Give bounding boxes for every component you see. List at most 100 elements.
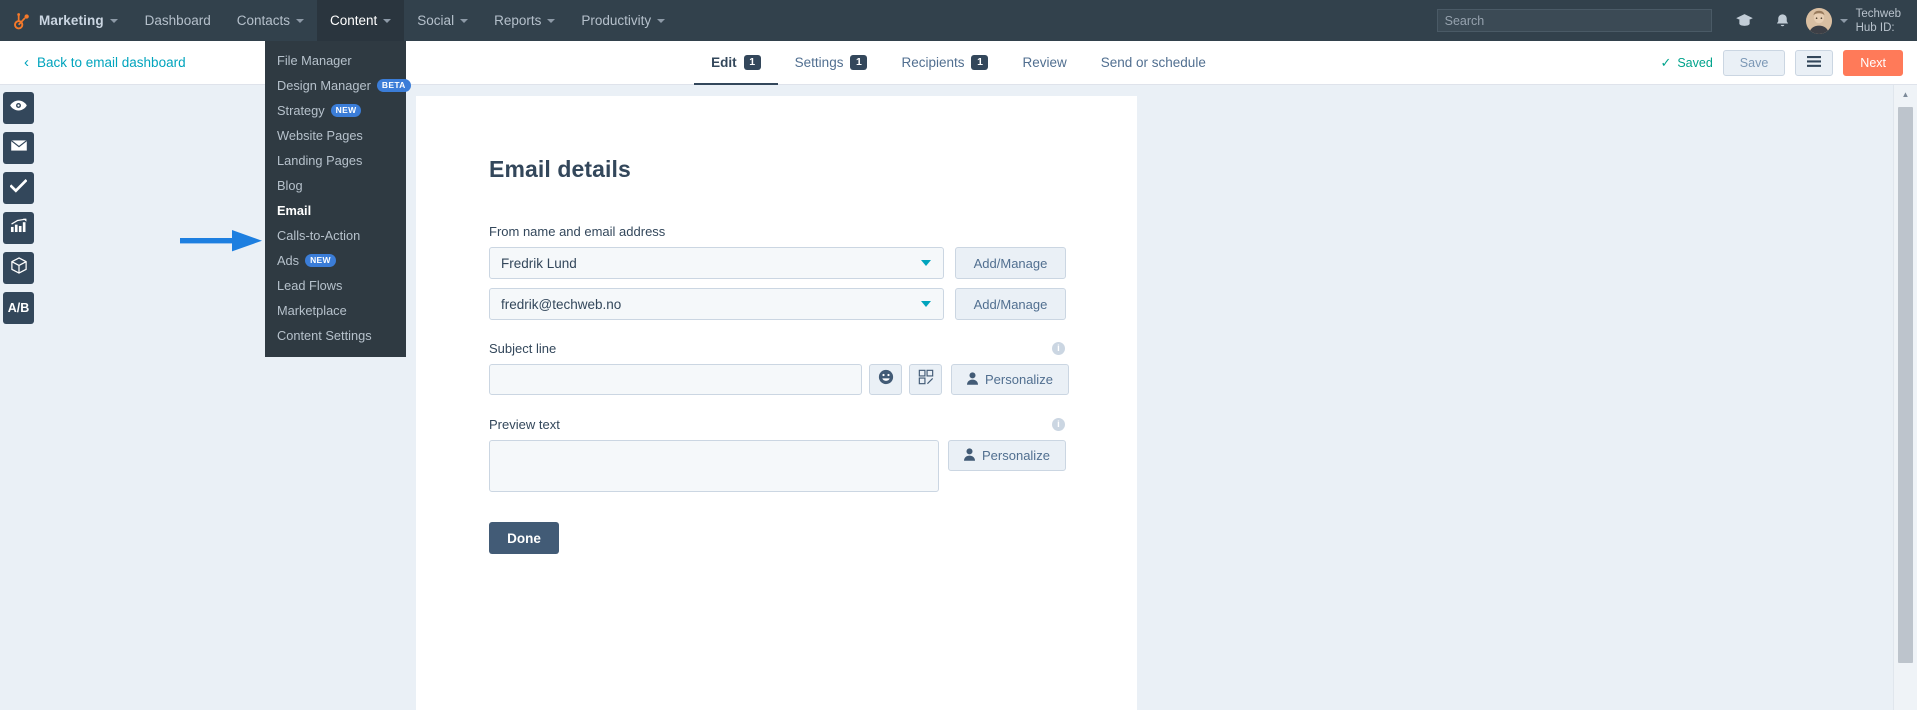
hubspot-marketing-logo-menu[interactable]: Marketing xyxy=(0,0,132,41)
info-circle-icon[interactable]: i xyxy=(1052,418,1065,431)
tab-edit[interactable]: Edit 1 xyxy=(694,43,778,86)
tab-label: Settings xyxy=(794,55,844,70)
dropdown-item-label: Calls-to-Action xyxy=(277,228,361,243)
avatar[interactable] xyxy=(1805,7,1832,34)
add-manage-from-name-button[interactable]: Add/Manage xyxy=(955,247,1066,279)
nav-item-label: Productivity xyxy=(581,13,652,28)
saved-status-label: Saved xyxy=(1677,55,1713,70)
emoji-picker-button[interactable] xyxy=(869,364,902,395)
dropdown-item-ads[interactable]: Ads NEW xyxy=(265,248,406,273)
dropdown-item-strategy[interactable]: Strategy NEW xyxy=(265,98,406,123)
dropdown-item-email[interactable]: Email xyxy=(265,198,406,223)
dropdown-item-lead-flows[interactable]: Lead Flows xyxy=(265,273,406,298)
ab-variant-button[interactable] xyxy=(909,364,942,395)
rail-button-checklist[interactable] xyxy=(3,172,34,204)
search-input[interactable] xyxy=(1436,9,1712,32)
from-name-select[interactable] xyxy=(489,247,944,279)
tab-label: Edit xyxy=(711,55,737,70)
add-manage-from-email-button[interactable]: Add/Manage xyxy=(955,288,1066,320)
notification-bell-icon[interactable] xyxy=(1764,0,1802,41)
dropdown-item-file-manager[interactable]: File Manager xyxy=(265,48,406,73)
scroll-up-arrow-icon[interactable]: ▲ xyxy=(1894,85,1917,103)
account-name: Techweb xyxy=(1855,7,1901,20)
dropdown-item-landing-pages[interactable]: Landing Pages xyxy=(265,148,406,173)
preview-text-textarea[interactable] xyxy=(489,440,939,492)
hamburger-menu-icon xyxy=(1807,55,1822,70)
from-email-select[interactable] xyxy=(489,288,944,320)
email-details-form: Email details From name and email addres… xyxy=(416,96,1137,554)
nav-item-label: Content xyxy=(330,13,378,28)
nav-item-reports[interactable]: Reports xyxy=(481,0,568,41)
nav-item-productivity[interactable]: Productivity xyxy=(568,0,678,41)
envelope-icon xyxy=(9,139,28,157)
dropdown-item-label: Marketplace xyxy=(277,303,347,318)
tab-recipients[interactable]: Recipients 1 xyxy=(884,43,1005,86)
nav-item-contacts[interactable]: Contacts xyxy=(224,0,317,41)
from-email-row: Add/Manage xyxy=(489,288,1137,320)
more-actions-menu-button[interactable] xyxy=(1795,49,1834,76)
tab-label: Send or schedule xyxy=(1100,55,1206,70)
tab-review[interactable]: Review xyxy=(1005,43,1083,86)
nav-item-label: Contacts xyxy=(236,13,290,28)
header-actions: ✓ Saved Save Next xyxy=(1660,49,1903,76)
dropdown-item-label: Content Settings xyxy=(277,328,372,343)
chevron-down-icon[interactable] xyxy=(1839,18,1848,23)
tab-badge: 1 xyxy=(743,55,761,70)
nav-item-label: Reports xyxy=(494,13,542,28)
rail-button-ab-test[interactable]: A/B xyxy=(3,292,34,324)
from-name-row: Add/Manage xyxy=(489,247,1137,279)
status-badge-new: NEW xyxy=(330,104,362,117)
graduation-cap-icon[interactable] xyxy=(1726,0,1764,41)
scrollbar-thumb[interactable] xyxy=(1898,107,1913,663)
nav-item-content[interactable]: Content xyxy=(317,0,405,41)
rail-button-analytics[interactable] xyxy=(3,212,34,244)
dropdown-item-blog[interactable]: Blog xyxy=(265,173,406,198)
next-button[interactable]: Next xyxy=(1843,49,1903,76)
nav-item-social[interactable]: Social xyxy=(404,0,481,41)
rail-button-preview[interactable] xyxy=(3,92,34,124)
rail-button-email[interactable] xyxy=(3,132,34,164)
cube-box-icon xyxy=(10,257,27,279)
chevron-down-icon xyxy=(657,18,666,23)
checkmark-icon xyxy=(9,178,28,198)
chevron-down-icon xyxy=(383,18,392,23)
tab-badge: 1 xyxy=(850,55,868,70)
dropdown-item-design-manager[interactable]: Design Manager BETA xyxy=(265,73,411,98)
personalize-subject-button[interactable]: Personalize xyxy=(951,364,1069,395)
dropdown-item-label: Ads xyxy=(277,253,300,268)
dropdown-item-website-pages[interactable]: Website Pages xyxy=(265,123,406,148)
dropdown-item-marketplace[interactable]: Marketplace xyxy=(265,298,406,323)
nav-item-dashboard[interactable]: Dashboard xyxy=(132,0,224,41)
account-hub-info[interactable]: Techweb Hub ID: xyxy=(1848,7,1917,35)
rail-button-modules[interactable] xyxy=(3,252,34,284)
subject-line-label-row: Subject line i xyxy=(489,341,1065,356)
tab-send-or-schedule[interactable]: Send or schedule xyxy=(1084,43,1223,86)
status-badge-saved: ✓ Saved xyxy=(1660,55,1712,71)
subject-line-row: Personalize xyxy=(489,364,1137,395)
ab-test-icon: A/B xyxy=(7,301,30,315)
preview-text-label: Preview text xyxy=(489,417,560,432)
ab-variant-icon xyxy=(918,369,934,390)
subject-line-label: Subject line xyxy=(489,341,557,356)
dropdown-item-label: Landing Pages xyxy=(277,153,363,168)
personalize-preview-button[interactable]: Personalize xyxy=(948,440,1066,471)
subject-line-input[interactable] xyxy=(489,364,862,395)
person-icon xyxy=(964,447,975,464)
content-dropdown-menu: File Manager Design Manager BETA Strateg… xyxy=(265,41,411,357)
dropdown-item-calls-to-action[interactable]: Calls-to-Action xyxy=(265,223,406,248)
dropdown-item-content-settings[interactable]: Content Settings xyxy=(265,323,406,348)
nav-item-label: Dashboard xyxy=(144,13,211,28)
chevron-down-icon xyxy=(460,18,469,23)
chart-bar-icon xyxy=(10,218,27,238)
personalize-label: Personalize xyxy=(982,448,1050,463)
vertical-scrollbar[interactable]: ▲ xyxy=(1893,85,1917,710)
from-name-email-label: From name and email address xyxy=(489,224,666,239)
done-button[interactable]: Done xyxy=(489,522,559,554)
save-button-label: Save xyxy=(1739,55,1769,70)
save-button[interactable]: Save xyxy=(1722,49,1786,76)
chevron-down-icon xyxy=(547,18,556,23)
tab-badge: 1 xyxy=(971,55,989,70)
editor-left-rail: A/B xyxy=(0,85,36,710)
info-circle-icon[interactable]: i xyxy=(1052,342,1065,355)
tab-settings[interactable]: Settings 1 xyxy=(778,43,885,86)
